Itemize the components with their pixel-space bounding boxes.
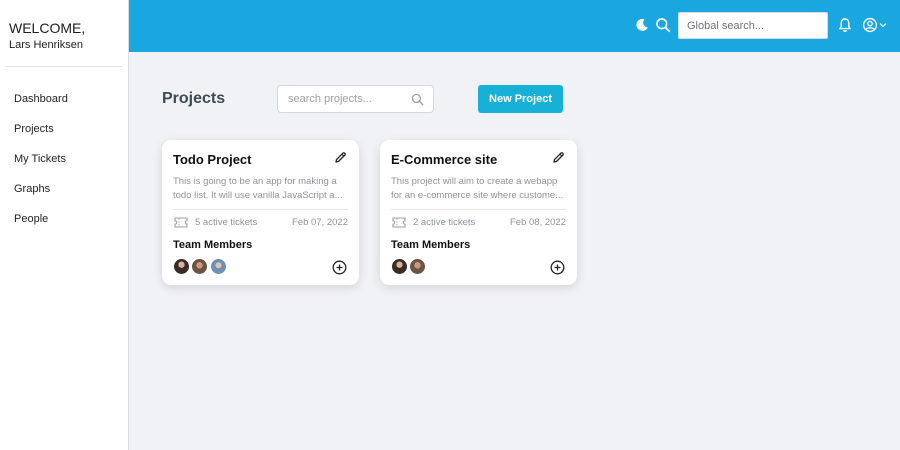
pencil-icon[interactable] <box>552 151 565 164</box>
user-name: Lars Henriksen <box>9 39 83 51</box>
welcome-block: WELCOME, Lars Henriksen <box>0 0 128 66</box>
chevron-down-icon[interactable] <box>879 21 887 29</box>
search-icon[interactable] <box>655 17 671 33</box>
active-tickets-count: 5 active tickets <box>195 217 258 228</box>
avatar[interactable] <box>173 258 190 275</box>
team-members-label: Team Members <box>173 239 253 251</box>
add-member-icon[interactable] <box>332 260 347 275</box>
bell-icon[interactable] <box>837 17 853 33</box>
sidebar-divider <box>5 66 122 67</box>
description-line: This is going to be an app for making a <box>173 176 337 187</box>
sidebar-item-graphs[interactable]: Graphs <box>0 178 128 208</box>
add-member-icon[interactable] <box>550 260 565 275</box>
sidebar: WELCOME, Lars Henriksen Dashboard Projec… <box>0 0 129 450</box>
project-title[interactable]: E-Commerce site <box>391 152 497 167</box>
main-content: Projects New Project Todo Project This i… <box>129 52 900 450</box>
team-members-label: Team Members <box>391 239 471 251</box>
new-project-button[interactable]: New Project <box>478 85 563 113</box>
sidebar-item-dashboard[interactable]: Dashboard <box>0 88 128 118</box>
card-divider <box>173 209 348 210</box>
avatar[interactable] <box>391 258 408 275</box>
global-search-input[interactable] <box>678 12 828 39</box>
user-circle-icon[interactable] <box>862 17 878 33</box>
search-icon[interactable] <box>411 93 424 106</box>
avatar[interactable] <box>210 258 227 275</box>
avatar[interactable] <box>191 258 208 275</box>
active-tickets-count: 2 active tickets <box>413 217 476 228</box>
description-line: for an e-commerce site where custome... <box>391 190 564 201</box>
ticket-icon <box>174 217 188 228</box>
avatar[interactable] <box>409 258 426 275</box>
top-bar <box>129 0 900 52</box>
project-date: Feb 08, 2022 <box>510 217 566 228</box>
project-search-input[interactable] <box>278 86 403 112</box>
sidebar-item-people[interactable]: People <box>0 208 128 238</box>
sidebar-item-my-tickets[interactable]: My Tickets <box>0 148 128 178</box>
welcome-title: WELCOME, <box>9 20 86 36</box>
ticket-icon <box>392 217 406 228</box>
project-card[interactable]: E-Commerce site This project will aim to… <box>380 140 577 285</box>
project-description: This is going to be an app for making a … <box>173 175 348 203</box>
app: WELCOME, Lars Henriksen Dashboard Projec… <box>0 0 900 450</box>
page-title: Projects <box>162 90 226 107</box>
project-description: This project will aim to create a webapp… <box>391 175 566 203</box>
project-card[interactable]: Todo Project This is going to be an app … <box>162 140 359 285</box>
sidebar-nav: Dashboard Projects My Tickets Graphs Peo… <box>0 88 128 238</box>
description-line: todo list. It will use vanilla JavaScrip… <box>173 190 343 201</box>
pencil-icon[interactable] <box>334 151 347 164</box>
moon-icon[interactable] <box>634 17 650 33</box>
sidebar-item-projects[interactable]: Projects <box>0 118 128 148</box>
card-divider <box>391 209 566 210</box>
project-date: Feb 07, 2022 <box>292 217 348 228</box>
project-title[interactable]: Todo Project <box>173 152 251 167</box>
description-line: This project will aim to create a webapp <box>391 176 558 187</box>
project-search-box <box>277 85 434 113</box>
